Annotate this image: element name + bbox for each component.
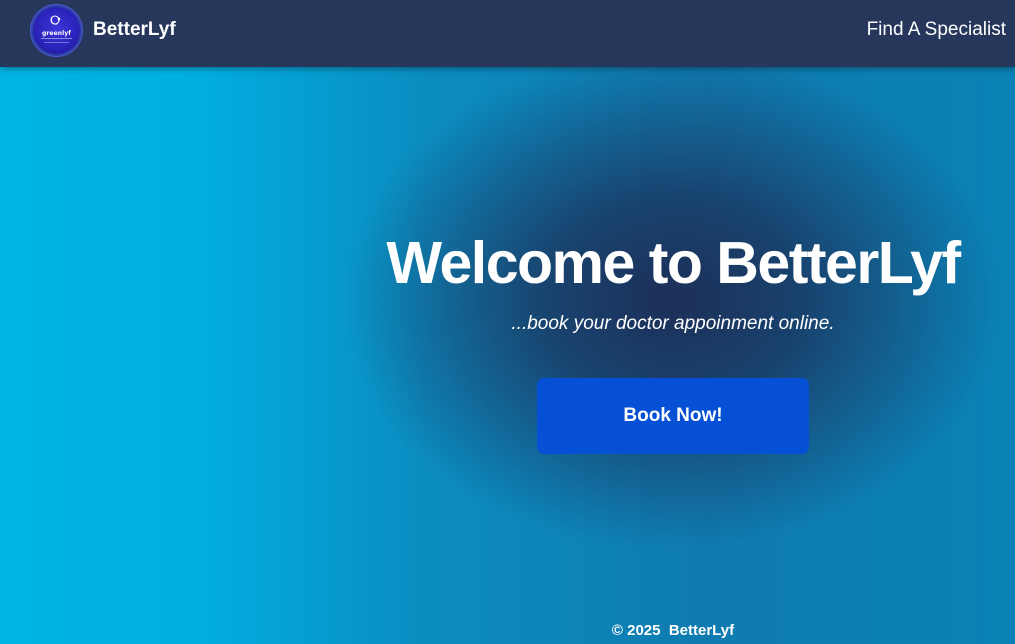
hero-title: Welcome to BetterLyf xyxy=(386,230,961,296)
logo-tagline-line xyxy=(44,42,69,43)
logo-tagline-line xyxy=(41,38,72,39)
nav-link-find-specialist[interactable]: Find A Specialist xyxy=(867,19,1006,41)
logo-text: greenlyf xyxy=(41,30,72,37)
hero-subtitle: ...book your doctor appoinment online. xyxy=(511,313,835,334)
top-navbar: greenlyf BetterLyf Find A Specialist xyxy=(0,0,1015,67)
logo[interactable]: greenlyf xyxy=(33,7,80,54)
book-now-button[interactable]: Book Now! xyxy=(537,378,809,454)
footer-copyright: © 2025 BetterLyf xyxy=(611,622,735,639)
brand-name[interactable]: BetterLyf xyxy=(93,19,176,41)
